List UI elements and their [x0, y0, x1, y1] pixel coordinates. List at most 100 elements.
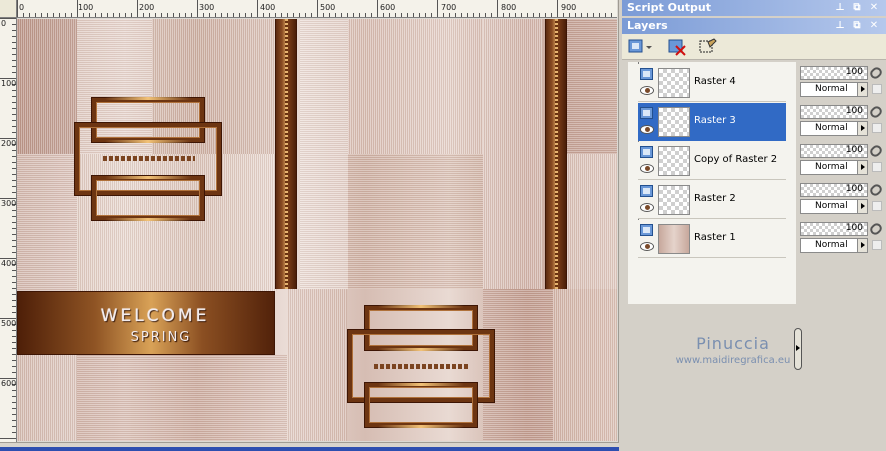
- close-icon[interactable]: ✕: [868, 2, 880, 14]
- layer-properties-row: 100 Normal: [800, 64, 886, 100]
- blend-mode-value: Normal: [815, 123, 848, 133]
- horizontal-scrollbar-thumb[interactable]: [0, 447, 619, 451]
- layers-title: Layers: [627, 19, 668, 32]
- ruler-label: 600: [380, 3, 396, 12]
- opacity-slider[interactable]: 100: [800, 105, 868, 119]
- ruler-label: 700: [441, 3, 457, 12]
- brown-pillar: [275, 19, 297, 289]
- blend-mode-select[interactable]: Normal: [800, 121, 868, 136]
- eye-icon[interactable]: [640, 242, 654, 251]
- right-palettes: Script Output ⊥ ⧉ ✕ Layers ⊥ ⧉ ✕ Raster …: [622, 0, 886, 451]
- dot-row: [103, 156, 195, 161]
- gold-bar: [378, 305, 464, 308]
- layer-thumbnail: [658, 224, 690, 254]
- opacity-value: 100: [845, 106, 863, 116]
- layer-row-raster-3[interactable]: Raster 3: [638, 103, 786, 141]
- new-layer-icon: [628, 39, 652, 53]
- ruler-label: 0: [1, 19, 7, 28]
- dropdown-arrow-icon[interactable]: [857, 200, 867, 213]
- opacity-slider[interactable]: 100: [800, 66, 868, 80]
- pin-icon[interactable]: ⊥: [834, 20, 846, 32]
- layer-row-raster-4[interactable]: Raster 4: [638, 64, 786, 102]
- lock-transparency-icon[interactable]: [872, 201, 882, 211]
- layer-name: Raster 2: [694, 193, 736, 204]
- gold-bar: [105, 218, 191, 221]
- opacity-slider[interactable]: 100: [800, 222, 868, 236]
- edit-selection-button[interactable]: [698, 38, 718, 56]
- blend-mode-value: Normal: [815, 240, 848, 250]
- link-icon[interactable]: [868, 221, 884, 237]
- gold-bar: [378, 383, 464, 386]
- layer-type-icon: [640, 224, 653, 236]
- ruler-label: 400: [1, 259, 17, 268]
- ruler-label: 500: [320, 3, 336, 12]
- background-tile: [17, 154, 77, 291]
- blend-mode-select[interactable]: Normal: [800, 160, 868, 175]
- pin-icon[interactable]: ⊥: [834, 2, 846, 14]
- dropdown-arrow-icon[interactable]: [857, 239, 867, 252]
- restore-icon[interactable]: ⧉: [851, 20, 863, 32]
- ruler-label: 100: [1, 79, 17, 88]
- welcome-banner: WELCOME SPRING: [17, 291, 275, 355]
- lock-transparency-icon[interactable]: [872, 240, 882, 250]
- layer-thumbnail: [658, 185, 690, 215]
- dropdown-arrow-icon[interactable]: [857, 122, 867, 135]
- background-tile: [17, 19, 77, 154]
- layer-row-copy-of-raster-2[interactable]: Copy of Raster 2: [638, 142, 786, 180]
- panel-splitter[interactable]: [794, 328, 802, 370]
- close-icon[interactable]: ✕: [868, 20, 880, 32]
- blend-mode-select[interactable]: Normal: [800, 199, 868, 214]
- layer-type-icon: [640, 107, 653, 119]
- eye-icon[interactable]: [640, 125, 654, 134]
- watermark-name: Pinuccia: [696, 334, 770, 353]
- eye-icon[interactable]: [640, 203, 654, 212]
- blend-mode-select[interactable]: Normal: [800, 82, 868, 97]
- link-icon[interactable]: [868, 104, 884, 120]
- delete-layer-button[interactable]: [668, 38, 688, 56]
- layer-row-raster-2[interactable]: Raster 2: [638, 181, 786, 219]
- layer-name: Raster 3: [694, 115, 736, 126]
- layer-thumbnail: [658, 68, 690, 98]
- new-layer-button[interactable]: [628, 38, 652, 56]
- horizontal-ruler: 0 100 200 300 400 500 600 700 800 900: [17, 0, 617, 18]
- ruler-label: 200: [139, 3, 155, 12]
- brown-pillar: [545, 19, 567, 289]
- layer-icons: [640, 183, 656, 217]
- background-tile: [483, 19, 543, 289]
- layers-toolbar: [622, 34, 886, 60]
- link-icon[interactable]: [868, 182, 884, 198]
- lock-transparency-icon[interactable]: [872, 84, 882, 94]
- dropdown-arrow-icon[interactable]: [857, 83, 867, 96]
- ruler-label: 0: [19, 3, 25, 12]
- lock-transparency-icon[interactable]: [872, 162, 882, 172]
- opacity-value: 100: [845, 145, 863, 155]
- link-icon[interactable]: [868, 65, 884, 81]
- opacity-slider[interactable]: 100: [800, 183, 868, 197]
- layers-titlebar[interactable]: Layers ⊥ ⧉ ✕: [622, 18, 886, 34]
- decorative-frame: [92, 176, 204, 220]
- link-icon[interactable]: [868, 143, 884, 159]
- ruler-label: 300: [199, 3, 215, 12]
- decorative-frame: [365, 383, 477, 427]
- ruler-label: 800: [501, 3, 517, 12]
- ruler-label: 900: [561, 3, 577, 12]
- blend-mode-select[interactable]: Normal: [800, 238, 868, 253]
- lock-transparency-icon[interactable]: [872, 123, 882, 133]
- layer-type-icon: [640, 146, 653, 158]
- layer-type-icon: [640, 68, 653, 80]
- layers-list: Raster 4 Raster 3 Copy of Raster 2 Raste…: [628, 62, 802, 370]
- restore-icon[interactable]: ⧉: [851, 2, 863, 14]
- opacity-value: 100: [845, 67, 863, 77]
- eye-icon[interactable]: [640, 86, 654, 95]
- dropdown-arrow-icon[interactable]: [857, 161, 867, 174]
- eye-icon[interactable]: [640, 164, 654, 173]
- layer-icons: [640, 66, 656, 100]
- opacity-slider[interactable]: 100: [800, 144, 868, 158]
- script-output-titlebar[interactable]: Script Output ⊥ ⧉ ✕: [622, 0, 886, 16]
- layer-row-raster-1[interactable]: Raster 1: [638, 220, 786, 258]
- image-canvas[interactable]: WELCOME SPRING: [17, 19, 617, 441]
- opacity-value: 100: [845, 223, 863, 233]
- ruler-label: 400: [260, 3, 276, 12]
- layer-icons: [640, 222, 656, 256]
- layer-icons: [640, 144, 656, 178]
